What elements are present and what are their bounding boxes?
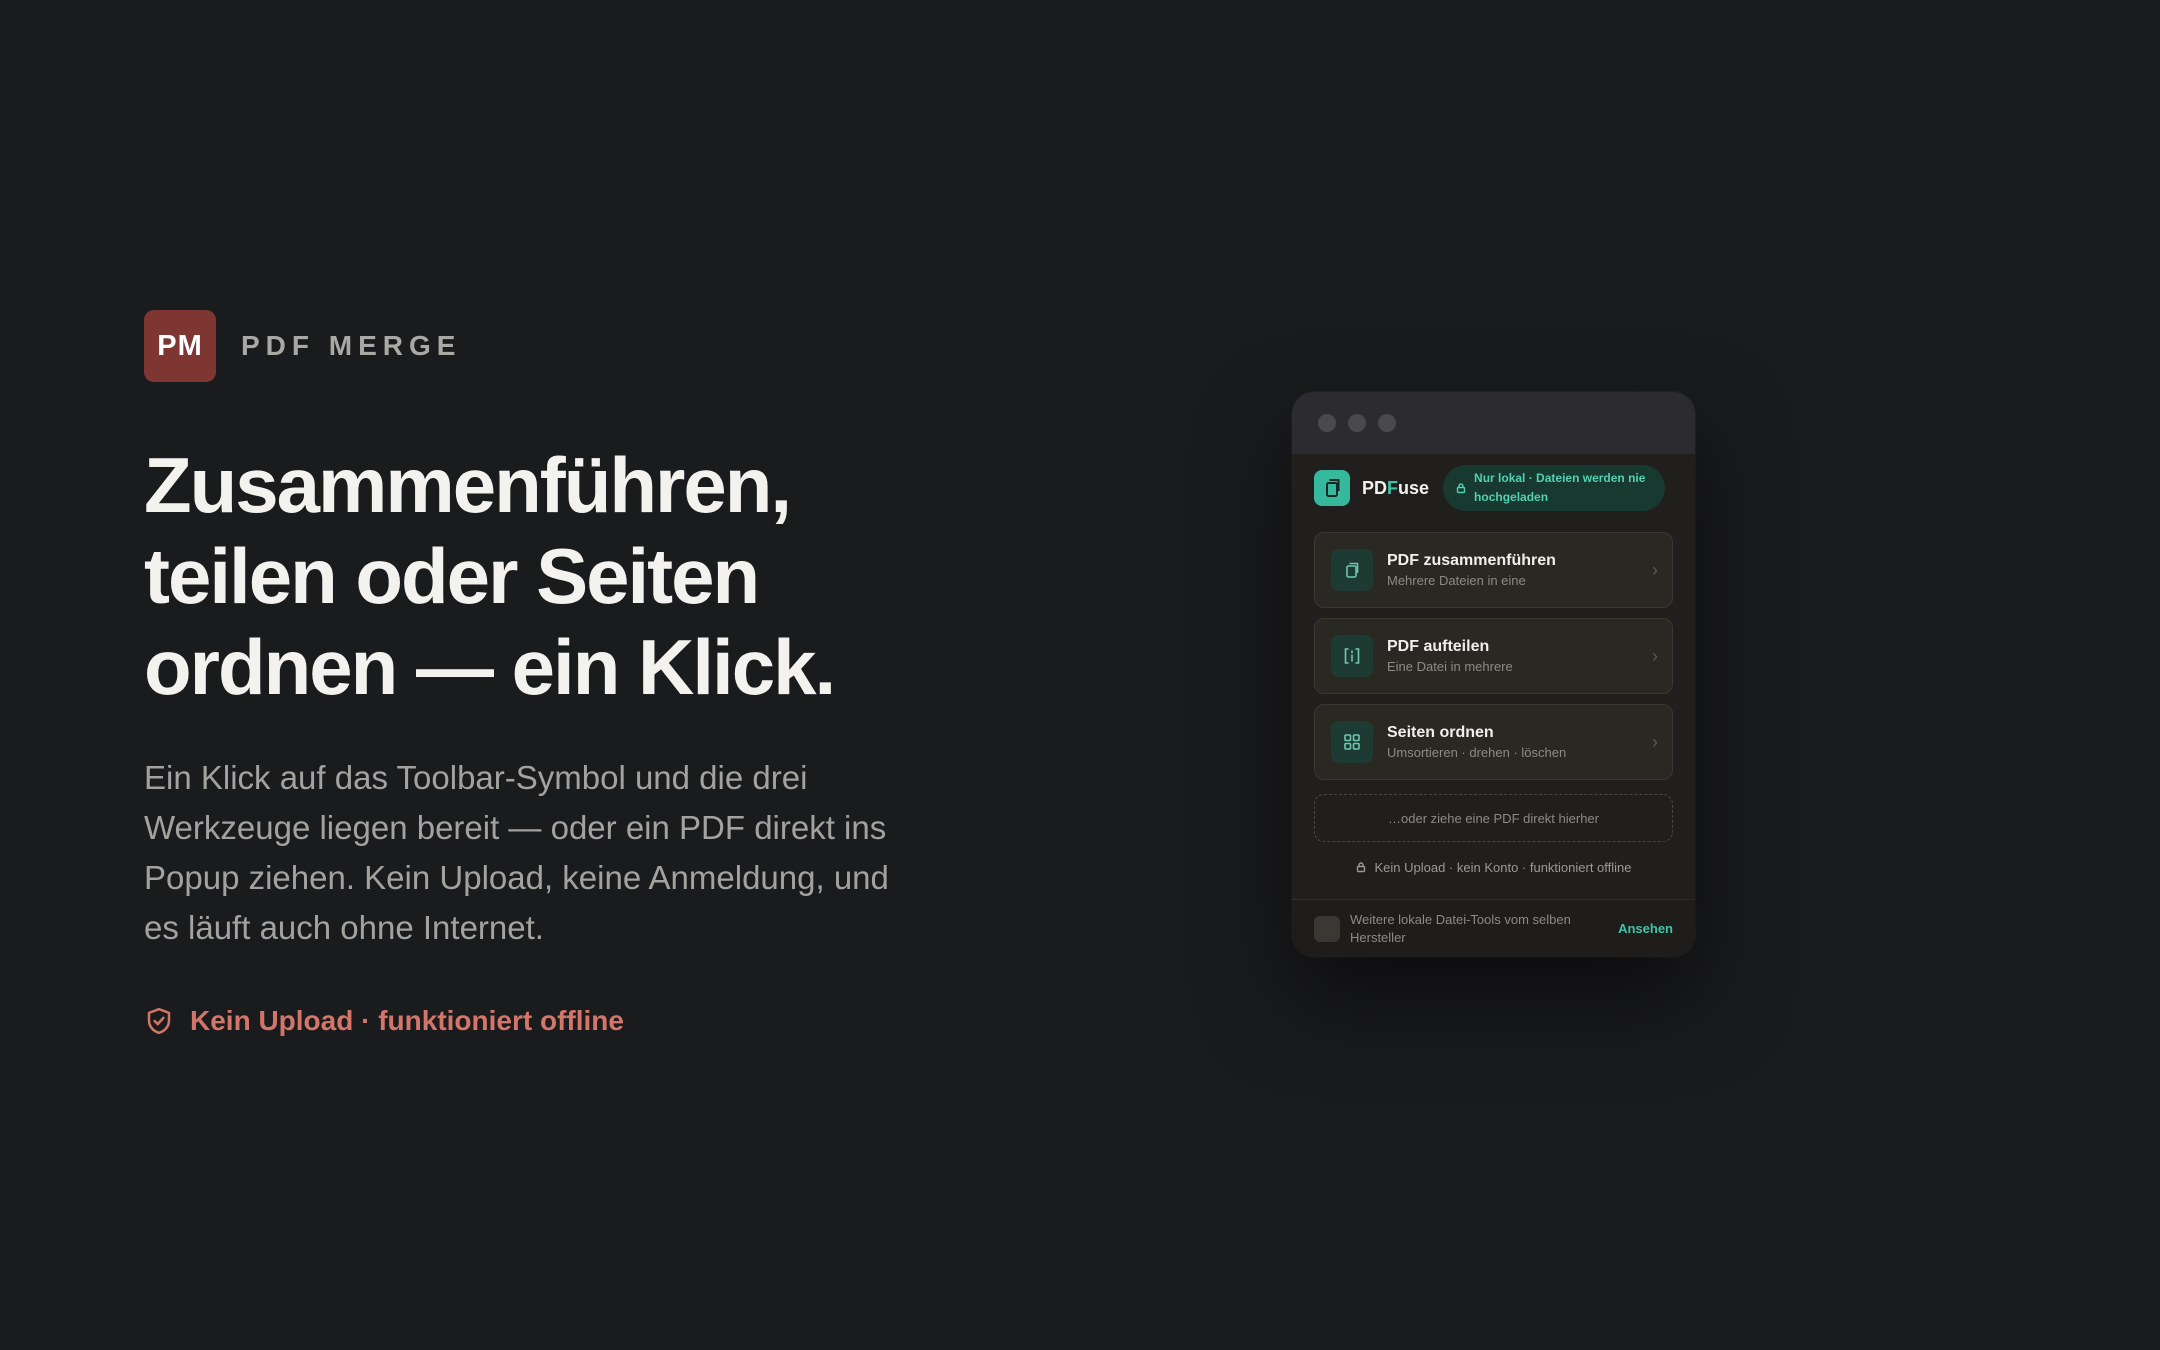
window-titlebar [1292,392,1695,454]
copy-icon [1331,549,1373,591]
tool-subtitle: Mehrere Dateien in eine [1387,573,1526,588]
popup-window: PDFuse Nur lokal · Dateien werden nie ho… [1292,392,1695,957]
lead-line: es läuft auch ohne Internet. [144,909,544,946]
popup-body: PDFuse Nur lokal · Dateien werden nie ho… [1292,454,1695,892]
chevron-right-icon: › [1652,559,1658,580]
brand-logo: PM [144,310,216,382]
tool-title: PDF zusammenführen [1387,552,1556,569]
footer-line: Weitere lokale Datei-Tools vom selben [1350,911,1571,927]
app-name: PDFuse [1362,478,1429,499]
lead-line: Werkzeuge liegen bereit — oder ein PDF d… [144,809,887,846]
lock-icon [1456,483,1466,494]
headline-line: ordnen — ein Klick. [144,623,836,711]
tool-title: Seiten ordnen [1387,724,1494,741]
shield-check-icon [147,1007,171,1035]
chevron-right-icon: › [1652,731,1658,752]
trust-line: Kein Upload · funktioniert offline [144,1001,964,1041]
headline-line: teilen oder Seiten [144,532,760,620]
tool-card-reorder[interactable]: Seiten ordnen Umsortieren · drehen · lös… [1314,704,1673,780]
popup-header: PDFuse Nur lokal · Dateien werden nie ho… [1314,454,1673,522]
brand-row: PM PDF MERGE [144,310,964,382]
tool-card-split[interactable]: PDF aufteilen Eine Datei in mehrere › [1314,618,1673,694]
tool-title: PDF aufteilen [1387,638,1490,655]
trust-text: Kein Upload · funktioniert offline [190,1005,624,1036]
brand-name: PDF MERGE [241,330,462,361]
badge-text: Nur lokal · Dateien werden nie hochgelad… [1474,469,1645,507]
tool-subtitle: Eine Datei in mehrere [1387,659,1513,674]
lead-line: Popup ziehen. Kein Upload, keine Anmeldu… [144,859,889,896]
grid-icon [1331,721,1373,763]
document-icon [1314,470,1350,506]
popup-footer: Weitere lokale Datei-Tools vom selben He… [1292,899,1695,957]
lead-paragraph: Ein Klick auf das Toolbar-Symbol und die… [144,753,924,953]
headline: Zusammenführen, teilen oder Seiten ordne… [144,440,964,713]
footer-text: Weitere lokale Datei-Tools vom selben He… [1350,911,1618,947]
tool-text: PDF zusammenführen Mehrere Dateien in ei… [1387,552,1652,588]
badge-line: Nur lokal · Dateien werden nie [1474,471,1646,485]
footer-line: Hersteller [1350,929,1406,945]
hero-section: PM PDF MERGE Zusammenführen, teilen oder… [144,310,964,1041]
app-name-prefix: PD [1362,477,1388,498]
window-maximize-dot[interactable] [1378,414,1396,432]
lock-icon [1357,862,1366,873]
pdf-dropzone[interactable]: …oder ziehe eine PDF direkt hierher [1314,794,1673,842]
view-more-link[interactable]: Ansehen [1618,921,1673,936]
tool-card-merge[interactable]: PDF zusammenführen Mehrere Dateien in ei… [1314,532,1673,608]
lead-line: Ein Klick auf das Toolbar-Symbol und die… [144,759,808,796]
tool-subtitle: Umsortieren · drehen · löschen [1387,745,1567,760]
local-only-badge: Nur lokal · Dateien werden nie hochgelad… [1443,465,1666,511]
app-name-suffix: use [1398,477,1430,498]
badge-line: hochgeladen [1474,490,1549,504]
window-minimize-dot[interactable] [1348,414,1366,432]
window-close-dot[interactable] [1318,414,1336,432]
privacy-line: Kein Upload · kein Konto · funktioniert … [1314,842,1673,892]
app-name-accent: F [1387,477,1399,498]
chevron-right-icon: › [1652,645,1658,666]
vendor-thumbnail [1314,915,1340,942]
privacy-text: Kein Upload · kein Konto · funktioniert … [1374,859,1632,875]
split-icon [1331,635,1373,677]
tool-text: Seiten ordnen Umsortieren · drehen · lös… [1387,724,1652,760]
headline-line: Zusammenführen, [144,441,792,529]
tool-text: PDF aufteilen Eine Datei in mehrere [1387,638,1652,674]
